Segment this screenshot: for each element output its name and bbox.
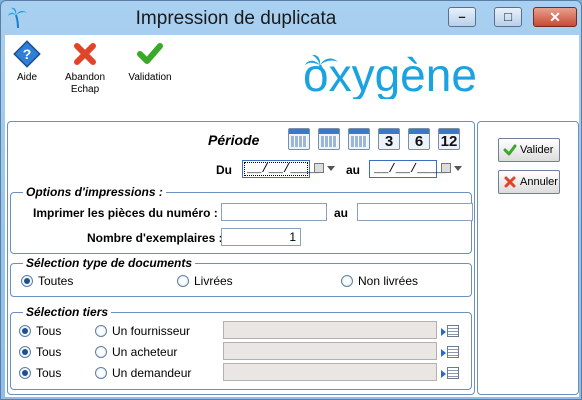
options-legend: Options d'impressions :: [23, 185, 166, 199]
periode-title: Période: [208, 132, 260, 148]
chevron-down-icon: [327, 166, 335, 171]
validation-label: Validation: [128, 72, 172, 83]
minimize-icon: –: [458, 9, 466, 24]
red-x-icon: [74, 43, 96, 65]
au-label: au: [346, 163, 361, 177]
demandeur-input[interactable]: [223, 363, 437, 381]
type-documents-legend: Sélection type de documents: [23, 256, 196, 270]
radio-toutes[interactable]: Toutes: [21, 274, 73, 288]
radio-dot: [95, 367, 107, 379]
radio-un-fournisseur[interactable]: Un fournisseur: [95, 324, 190, 338]
date-from-dropdown[interactable]: [314, 161, 335, 177]
radio-dot: [19, 325, 31, 337]
minimize-button[interactable]: –: [448, 7, 476, 27]
pieces-to-input[interactable]: [357, 203, 473, 221]
help-button[interactable]: ? Aide: [9, 39, 45, 84]
tiers-group: Sélection tiers Tous Un fournisseur Tous…: [10, 305, 472, 390]
fournisseur-picker-icon[interactable]: [441, 323, 463, 339]
pieces-au-label: au: [334, 206, 349, 220]
tiers-legend: Sélection tiers: [23, 305, 112, 319]
window-title: Impression de duplicata: [135, 8, 337, 29]
calendar-3-months-icon[interactable]: 3: [378, 128, 400, 150]
date-from-field[interactable]: __/__/____: [242, 160, 319, 178]
green-check-icon: [503, 144, 517, 156]
radio-dot: [95, 346, 107, 358]
radio-tous-demandeur[interactable]: Tous: [19, 366, 61, 380]
radio-livrees[interactable]: Livrées: [177, 274, 233, 288]
oxygene-logo: oxygène: [303, 49, 477, 99]
red-x-icon: [504, 176, 516, 188]
calendar-mini-icon: [314, 163, 324, 173]
title-bar: Impression de duplicata – □ ✕: [1, 1, 581, 37]
valider-button[interactable]: Valider: [498, 138, 560, 162]
dialog-window: Impression de duplicata – □ ✕ ? Aide Aba…: [0, 0, 582, 400]
close-button[interactable]: ✕: [533, 7, 577, 27]
radio-dot: [19, 367, 31, 379]
calendar-6-months-icon[interactable]: 6: [408, 128, 430, 150]
annuler-button[interactable]: Annuler: [498, 170, 560, 194]
green-check-icon: [137, 43, 163, 64]
calendar-month-icon[interactable]: [348, 128, 370, 150]
radio-un-acheteur[interactable]: Un acheteur: [95, 345, 177, 359]
abandon-label: Abandon: [64, 72, 106, 83]
acheteur-picker-icon[interactable]: [441, 344, 463, 360]
help-icon: ?: [13, 40, 41, 68]
pieces-from-input[interactable]: [221, 203, 327, 221]
du-label: Du: [216, 163, 232, 177]
validation-button[interactable]: Validation: [121, 39, 179, 84]
svg-text:?: ?: [23, 46, 32, 62]
acheteur-input[interactable]: [223, 342, 437, 360]
radio-tous-acheteur[interactable]: Tous: [19, 345, 61, 359]
calendar-week-icon[interactable]: [318, 128, 340, 150]
calendar-12-months-icon[interactable]: 12: [438, 128, 460, 150]
calendar-mini-icon: [441, 163, 451, 173]
radio-dot: [95, 325, 107, 337]
maximize-icon: □: [504, 9, 512, 24]
exemplaires-label: Nombre d'exemplaires :: [87, 231, 223, 245]
fournisseur-input[interactable]: [223, 321, 437, 339]
valider-label: Valider: [520, 144, 554, 156]
maximize-button[interactable]: □: [494, 7, 522, 27]
radio-non-livrees[interactable]: Non livrées: [341, 274, 418, 288]
logo-text: oxygène: [303, 49, 477, 99]
chevron-down-icon: [454, 166, 462, 171]
help-label: Aide: [16, 72, 37, 83]
calendar-day-icon[interactable]: [288, 128, 310, 150]
dialog-client-area: ? Aide Abandon Echap Validation oxygène: [5, 35, 579, 397]
date-to-field[interactable]: __/__/____: [369, 160, 446, 178]
radio-dot: [341, 275, 353, 287]
demandeur-picker-icon[interactable]: [441, 365, 463, 381]
radio-dot: [21, 275, 33, 287]
abandon-button[interactable]: Abandon Echap: [57, 39, 113, 96]
exemplaires-input[interactable]: 1: [221, 228, 301, 246]
annuler-label: Annuler: [520, 176, 558, 188]
close-icon: ✕: [549, 9, 561, 25]
options-group: Options d'impressions : Imprimer les piè…: [10, 185, 473, 254]
actions-panel: Valider Annuler: [477, 121, 579, 395]
pieces-label: Imprimer les pièces du numéro :: [33, 206, 218, 220]
radio-dot: [177, 275, 189, 287]
date-to-dropdown[interactable]: [441, 161, 462, 177]
radio-dot: [19, 346, 31, 358]
radio-un-demandeur[interactable]: Un demandeur: [95, 366, 191, 380]
abandon-shortcut-label: Echap: [70, 84, 100, 95]
type-documents-group: Sélection type de documents Toutes Livré…: [10, 256, 472, 297]
criteria-panel: Période 3 6 12 Du __/__/____ au __/__/__…: [7, 121, 475, 395]
radio-tous-fournisseur[interactable]: Tous: [19, 324, 61, 338]
